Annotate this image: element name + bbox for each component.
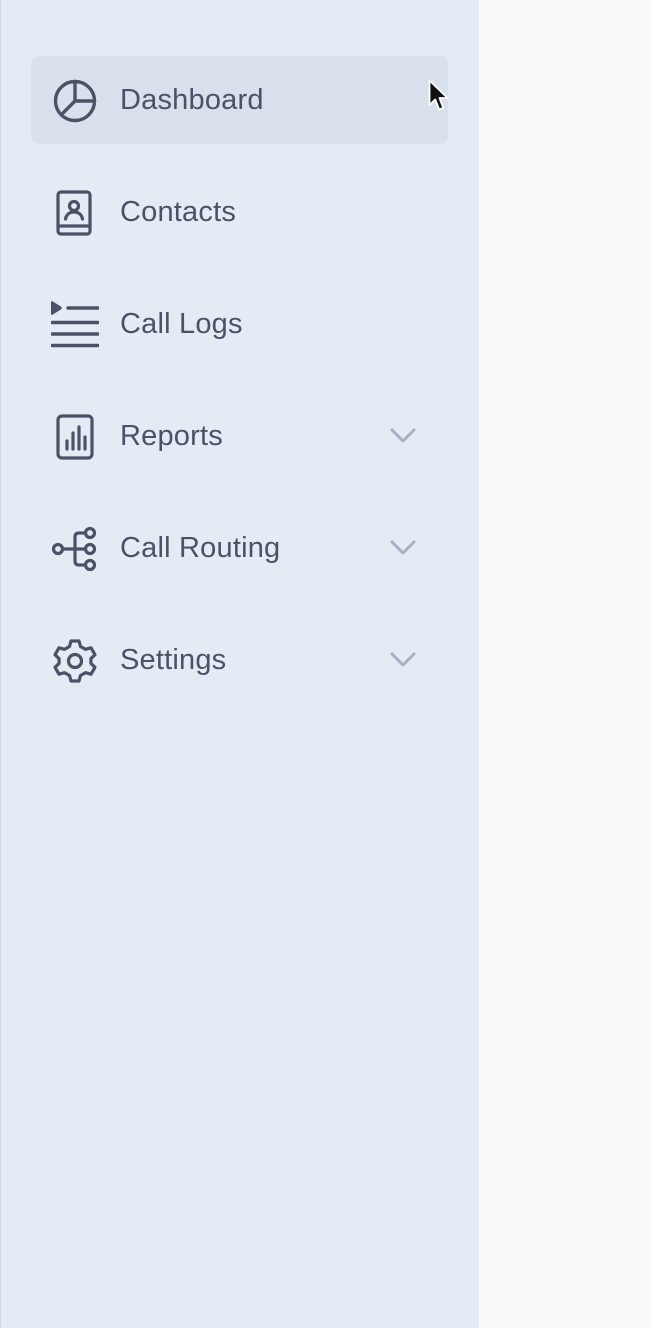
main-content xyxy=(479,0,652,1328)
sidebar-item-reports[interactable]: Reports xyxy=(31,392,448,480)
chevron-down-icon[interactable] xyxy=(387,646,419,674)
list-icon xyxy=(51,301,99,349)
sidebar-item-label: Reports xyxy=(120,420,223,452)
sidebar-item-label: Call Logs xyxy=(120,308,243,340)
sidebar-item-call-routing[interactable]: Call Routing xyxy=(31,504,448,592)
pie-chart-icon xyxy=(51,77,99,125)
contact-book-icon xyxy=(51,189,99,237)
gear-icon xyxy=(51,637,99,685)
sidebar-item-label: Contacts xyxy=(120,196,237,228)
sidebar-item-contacts[interactable]: Contacts xyxy=(31,168,448,256)
sidebar-nav: Dashboard Contacts Call Logs Reports Cal… xyxy=(31,56,448,728)
sidebar-item-label: Call Routing xyxy=(120,532,281,564)
bar-chart-icon xyxy=(51,413,99,461)
sidebar-item-dashboard[interactable]: Dashboard xyxy=(31,56,448,144)
sidebar-item-settings[interactable]: Settings xyxy=(31,616,448,704)
chevron-down-icon[interactable] xyxy=(387,422,419,450)
mouse-cursor-icon xyxy=(428,79,450,113)
sidebar-item-label: Dashboard xyxy=(120,84,264,116)
sidebar-item-call-logs[interactable]: Call Logs xyxy=(31,280,448,368)
chevron-down-icon[interactable] xyxy=(387,534,419,562)
sidebar-item-label: Settings xyxy=(120,644,227,676)
sidebar: Dashboard Contacts Call Logs Reports Cal… xyxy=(0,0,479,1328)
routing-icon xyxy=(51,525,99,573)
